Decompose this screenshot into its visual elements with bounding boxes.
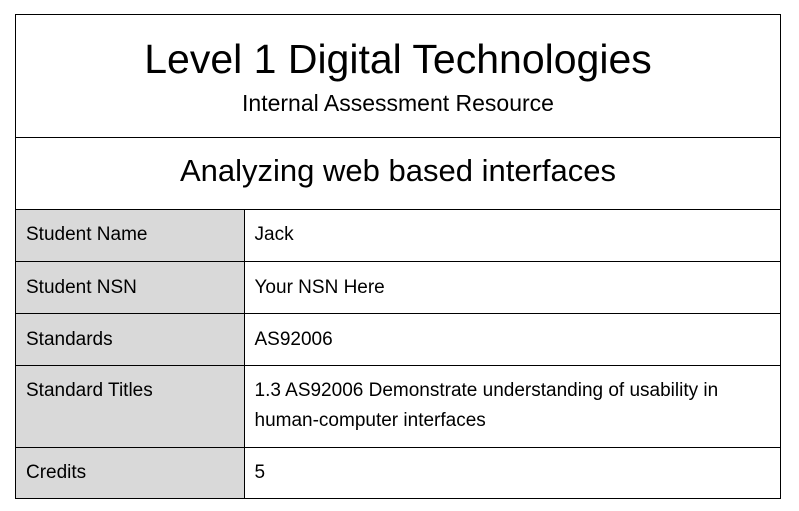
student-nsn-value: Your NSN Here bbox=[244, 260, 780, 313]
student-name-label: Student Name bbox=[16, 210, 245, 261]
standards-value: AS92006 bbox=[244, 312, 780, 365]
standards-label: Standards bbox=[16, 312, 245, 365]
table-row-student-nsn: Student NSN Your NSN Here bbox=[16, 260, 780, 313]
student-info-table: Student Name Jack Student NSN Your NSN H… bbox=[16, 210, 780, 498]
document-title: Level 1 Digital Technologies bbox=[144, 36, 652, 82]
student-nsn-label: Student NSN bbox=[16, 260, 245, 313]
assessment-cover-sheet: Level 1 Digital Technologies Internal As… bbox=[15, 14, 781, 499]
credits-value: 5 bbox=[244, 446, 780, 498]
table-row-credits: Credits 5 bbox=[16, 446, 780, 498]
standard-titles-label: Standard Titles bbox=[16, 364, 245, 447]
credits-label: Credits bbox=[16, 446, 245, 498]
table-row-standards: Standards AS92006 bbox=[16, 312, 780, 365]
topic-title: Analyzing web based interfaces bbox=[180, 153, 616, 188]
student-name-value: Jack bbox=[254, 224, 294, 245]
standard-titles-value: 1.3 AS92006 Demonstrate understanding of… bbox=[244, 364, 780, 447]
table-row-standard-titles: Standard Titles 1.3 AS92006 Demonstrate … bbox=[16, 364, 780, 447]
title-block: Level 1 Digital Technologies Internal As… bbox=[16, 15, 780, 138]
document-subtitle: Internal Assessment Resource bbox=[242, 90, 554, 116]
topic-block: Analyzing web based interfaces bbox=[16, 138, 780, 210]
table-row-student-name: Student Name Jack bbox=[16, 210, 780, 261]
